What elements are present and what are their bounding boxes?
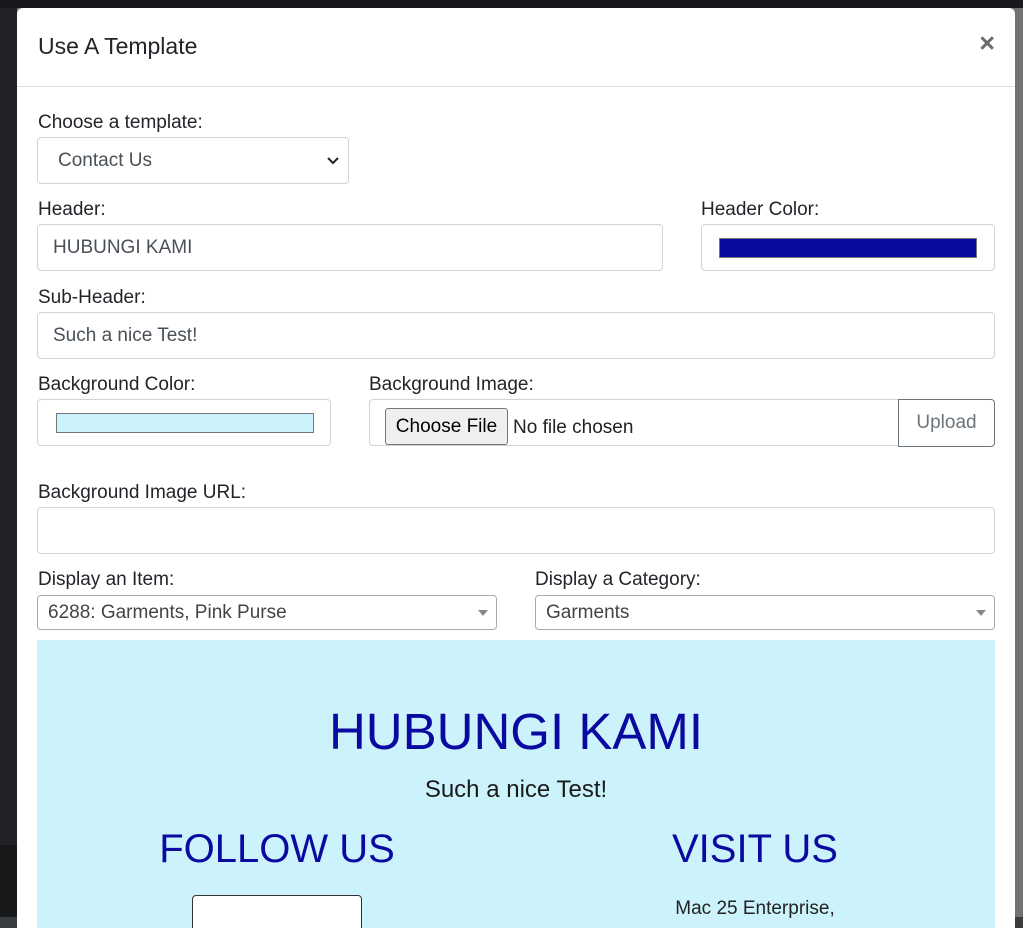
no-file-text: No file chosen	[513, 417, 634, 438]
preview-follow-heading: FOLLOW US	[159, 827, 395, 871]
header-color-picker[interactable]	[701, 224, 995, 271]
modal-title: Use A Template	[38, 33, 198, 59]
item-label: Display an Item:	[38, 569, 175, 590]
category-select-value: Garments	[546, 601, 630, 623]
preview-subtitle: Such a nice Test!	[424, 776, 608, 803]
bg-image-url-label: Background Image URL:	[38, 482, 247, 503]
triangle-down-icon	[976, 610, 986, 616]
item-select[interactable]: 6288: Garments, Pink Purse	[37, 595, 497, 630]
category-select[interactable]: Garments	[535, 595, 995, 630]
use-template-modal: Use A Template × Choose a template: Cont…	[17, 8, 1015, 928]
choose-file-button[interactable]: Choose File	[385, 408, 508, 445]
triangle-down-icon	[478, 610, 488, 616]
modal-header: Use A Template ×	[17, 8, 1015, 87]
bg-image-file-input[interactable]: Choose File No file chosen	[369, 399, 899, 446]
template-select-value: Contact Us	[58, 149, 152, 171]
close-button[interactable]: ×	[979, 30, 995, 57]
chevron-down-icon	[327, 157, 339, 165]
category-label: Display a Category:	[535, 569, 701, 590]
subheader-input-value: Such a nice Test!	[53, 324, 198, 346]
upload-button[interactable]: Upload	[898, 399, 995, 447]
template-preview: HUBUNGI KAMI Such a nice Test! FOLLOW US…	[37, 640, 995, 928]
subheader-input[interactable]: Such a nice Test!	[37, 312, 995, 359]
bg-color-picker[interactable]	[37, 399, 331, 446]
item-select-value: 6288: Garments, Pink Purse	[48, 601, 287, 623]
bg-image-label: Background Image:	[369, 374, 534, 395]
header-label: Header:	[38, 199, 106, 220]
preview-social-box	[192, 895, 362, 928]
bg-color-swatch	[56, 413, 314, 433]
preview-visit-heading: VISIT US	[672, 827, 838, 871]
header-color-label: Header Color:	[701, 199, 820, 220]
preview-title: HUBUNGI KAMI	[328, 703, 704, 760]
bg-image-url-input[interactable]	[37, 507, 995, 554]
header-input-value: HUBUNGI KAMI	[53, 236, 193, 258]
template-select[interactable]: Contact Us	[37, 137, 349, 184]
bg-color-label: Background Color:	[38, 374, 196, 395]
template-label: Choose a template:	[38, 112, 203, 133]
header-color-swatch	[719, 238, 977, 258]
subheader-label: Sub-Header:	[38, 287, 146, 308]
header-input[interactable]: HUBUNGI KAMI	[37, 224, 663, 271]
